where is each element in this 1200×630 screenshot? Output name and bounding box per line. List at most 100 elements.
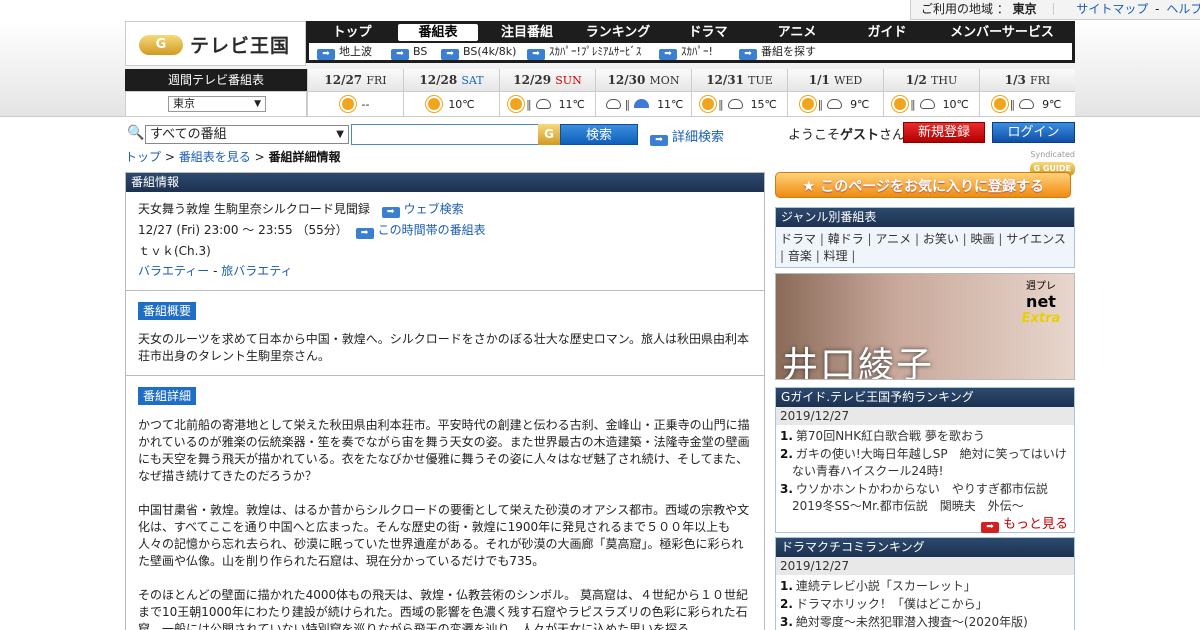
genre-link-variety[interactable]: バラエティー	[138, 264, 209, 278]
genre-link[interactable]: 料理	[824, 249, 848, 263]
day-header[interactable]: 12/31 TUE	[691, 69, 787, 91]
cloud-icon	[827, 99, 843, 109]
subnav-bs4k[interactable]: ➡ BS(4k/8k)	[441, 43, 516, 60]
subnav-terrestrial[interactable]: ➡ 地上波	[317, 43, 372, 60]
day-temperature: --	[361, 98, 370, 111]
advanced-search-link[interactable]: ➡ 詳細検索	[650, 126, 724, 146]
genre-sep: |	[863, 232, 876, 246]
syndicated-text: Syndicated	[1030, 150, 1075, 159]
ranking-item: 3. 絶対零度～未然犯罪潜入捜査～(2020年版)	[780, 614, 1068, 630]
weather-separator: ‖	[526, 98, 532, 111]
genre-link[interactable]: 音楽	[788, 249, 812, 263]
main-nav: トップ 番組表 注目番組 ランキング ドラマ アニメ ガイド メンバーサービス …	[306, 21, 1075, 63]
subnav-find-program[interactable]: ➡ 番組を探す	[739, 43, 816, 60]
gguide-logo-icon: G	[139, 35, 183, 55]
area-select[interactable]: 東京 ▼	[168, 96, 266, 112]
register-button[interactable]: 新規登録	[903, 122, 985, 143]
arrow-icon: ➡	[650, 135, 668, 146]
nav-drama[interactable]: ドラマ	[666, 24, 750, 41]
genre-link[interactable]: お笑い	[923, 232, 959, 246]
day-header[interactable]: 1/1 WED	[787, 69, 883, 91]
genre-link[interactable]: アニメ	[875, 232, 911, 246]
day-temperature: 11℃	[657, 98, 684, 111]
more-link[interactable]: ➡ もっと見る	[981, 513, 1068, 533]
day-header[interactable]: 12/30 MON	[595, 69, 691, 91]
ranking-link[interactable]: ドラマホリック！「僕はどこから」	[796, 597, 988, 611]
subnav-skyperfect-premium[interactable]: ➡ ｽｶﾊﾟｰ!ﾌﾟﾚﾐｱﾑｻｰﾋﾞｽ	[527, 43, 641, 60]
drama-ranking-date: 2019/12/27	[776, 557, 1074, 575]
summary-text: 天女のルーツを求めて日本から中国・敦煌へ。シルクロードをさかのぼる壮大な歴史ロマ…	[138, 332, 750, 363]
drama-ranking-header: ドラマクチコミランキング	[776, 538, 1074, 557]
reservation-ranking-list: 1. 第70回NHK紅白歌合戦 夢を歌おう 2. ガキの使い!大晦日年越しSP 絶対に…	[776, 425, 1074, 515]
ranking-link[interactable]: 絶対零度～未然犯罪潜入捜査～(2020年版)	[796, 615, 1028, 629]
add-favorite-button[interactable]: ★ このページをお気に入りに登録する	[775, 172, 1071, 198]
genre-link[interactable]: ドラマ	[780, 232, 816, 246]
nav-anime[interactable]: アニメ	[754, 24, 840, 41]
day-weather: ‖ 11℃	[595, 91, 691, 117]
search-scope-select[interactable]: すべての番組 ▼	[145, 125, 349, 144]
syndicated-badge: Syndicated G GUIDE	[1000, 148, 1075, 176]
arrow-icon: ➡	[659, 49, 677, 60]
ranking-number: 3.	[780, 482, 793, 496]
genre-sep: |	[911, 232, 923, 246]
program-title: 天女舞う敦煌 生駒里奈シルクロード見聞録	[138, 202, 370, 216]
ad-banner[interactable]: 週プレ net Extra 井口綾子	[775, 273, 1075, 380]
program-channel: ｔｖｋ(Ch.3)	[138, 244, 211, 258]
genre-box: ジャンル別番組表 ドラマ | 韓ドラ | アニメ | お笑い | 映画 | サイ…	[775, 207, 1075, 268]
nav-top[interactable]: トップ	[310, 24, 394, 41]
nav-guide[interactable]: ガイド	[844, 24, 930, 41]
day-header[interactable]: 12/27 FRI	[307, 69, 403, 91]
genre-sep: |	[780, 249, 788, 263]
nav-featured[interactable]: 注目番組	[486, 24, 568, 41]
ranking-item: 1. 第70回NHK紅白歌合戦 夢を歌おう	[780, 428, 1068, 445]
day-temperature: 9℃	[850, 98, 870, 111]
sun-icon	[510, 98, 523, 110]
nav-member-service[interactable]: メンバーサービス	[934, 24, 1070, 41]
weather-separator: ‖	[624, 98, 631, 111]
nav-ranking[interactable]: ランキング	[574, 24, 662, 41]
day-temperature: 15℃	[750, 98, 777, 111]
ranking-link[interactable]: ウソかホントかわからない やりすぎ都市伝説2019冬SS～Mr.都市伝説 関暁夫…	[792, 482, 1048, 513]
day-header[interactable]: 12/29 SUN	[499, 69, 595, 91]
weather-separator: ‖	[817, 98, 824, 111]
ranking-link[interactable]: ガキの使い!大晦日年越しSP 絶対に笑ってはいけない青春ハイスクール24時!	[792, 447, 1067, 478]
subnav-bs[interactable]: ➡ BS	[391, 43, 427, 60]
breadcrumb-top[interactable]: トップ	[125, 150, 161, 164]
logo-text: テレビ王国	[190, 35, 291, 57]
ad-logo-top: 週プレ	[1026, 281, 1056, 292]
nav-program-guide[interactable]: 番組表	[398, 24, 478, 41]
help-link[interactable]: ヘルプ	[1166, 2, 1200, 16]
ad-name: 井口綾子	[782, 345, 935, 380]
genre-sep: |	[816, 232, 828, 246]
genre-link[interactable]: 韓ドラ	[828, 232, 864, 246]
arrow-icon: ➡	[739, 49, 757, 60]
ranking-link[interactable]: 連続テレビ小説「スカーレット」	[796, 579, 976, 593]
ranking-link[interactable]: 第70回NHK紅白歌合戦 夢を歌おう	[796, 429, 985, 443]
day-header[interactable]: 1/3 FRI	[979, 69, 1075, 91]
search-button[interactable]: 検索	[560, 124, 638, 145]
genre-link[interactable]: 映画	[971, 232, 995, 246]
day-date: 12/29	[513, 73, 552, 87]
arrow-icon: ➡	[441, 49, 459, 60]
genre-link-travel[interactable]: 旅バラエティ	[221, 264, 292, 278]
day-header[interactable]: 12/28 SAT	[403, 69, 499, 91]
genre-link[interactable]: サイエンス	[1006, 232, 1066, 246]
breadcrumb-guide[interactable]: 番組表を見る	[179, 150, 251, 164]
detail-text-2: 中国甘粛省・敦煌。敦煌は、はるか昔からシルクロードの要衝として栄えた砂漠のオアシ…	[138, 503, 750, 568]
day-weekday: FRI	[366, 74, 387, 87]
search-input[interactable]	[351, 124, 541, 145]
arrow-icon: ➡	[381, 207, 400, 218]
day-header[interactable]: 1/2 THU	[883, 69, 979, 91]
web-search-link[interactable]: ➡ ウェブ検索	[381, 202, 464, 218]
ad-logo-extra: Extra	[1021, 311, 1061, 326]
login-button[interactable]: ログイン	[992, 122, 1075, 143]
subnav-skyperfect[interactable]: ➡ ｽｶﾊﾟｰ!	[659, 43, 713, 60]
ranking-number: 1.	[780, 579, 793, 593]
ranking-number: 2.	[780, 597, 793, 611]
sitemap-link[interactable]: サイトマップ	[1076, 2, 1148, 16]
day-temperature: 11℃	[558, 98, 585, 111]
day-weather: 10℃	[403, 91, 499, 117]
site-logo[interactable]: G テレビ王国	[125, 21, 306, 66]
timeslot-link[interactable]: ➡ この時間帯の番組表	[355, 223, 486, 239]
day-date: 12/30	[607, 73, 646, 87]
